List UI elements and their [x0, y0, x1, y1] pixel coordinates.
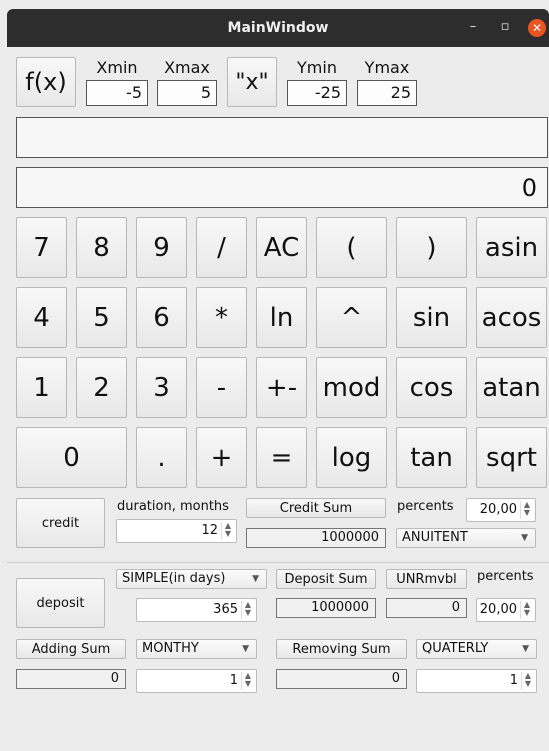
key-sin[interactable]: sin: [396, 287, 467, 348]
section-divider: [7, 562, 549, 563]
key-1[interactable]: 1: [16, 357, 67, 418]
ymax-field[interactable]: 25: [357, 80, 417, 106]
close-icon[interactable]: ✕: [528, 19, 546, 37]
credit-sum-field[interactable]: 1000000: [246, 528, 386, 548]
key-0[interactable]: 0: [16, 427, 127, 488]
key-sqrt[interactable]: sqrt: [476, 427, 547, 488]
ymin-label: Ymin: [297, 58, 337, 77]
key-2[interactable]: 2: [76, 357, 127, 418]
duration-value: 12: [201, 523, 218, 538]
deposit-percents-value: 20,00: [479, 602, 517, 617]
key-tan[interactable]: tan: [396, 427, 467, 488]
key-negate[interactable]: +-: [256, 357, 307, 418]
adding-count-value: 1: [229, 673, 238, 688]
deposit-days-value: 365: [213, 602, 238, 617]
key-mod[interactable]: mod: [316, 357, 387, 418]
key-multiply[interactable]: *: [196, 287, 247, 348]
key-9[interactable]: 9: [136, 217, 187, 278]
credit-percents-spinbox[interactable]: 20,00 ▲ ▼: [466, 498, 536, 522]
removing-sum-field[interactable]: 0: [276, 669, 407, 689]
key-cos[interactable]: cos: [396, 357, 467, 418]
spin-arrows-icon[interactable]: ▲ ▼: [520, 501, 533, 519]
spin-arrows-icon[interactable]: ▲ ▼: [241, 601, 254, 619]
key-8[interactable]: 8: [76, 217, 127, 278]
key-6[interactable]: 6: [136, 287, 187, 348]
removing-sum-button[interactable]: Removing Sum: [276, 639, 407, 659]
ymax-label: Ymax: [364, 58, 410, 77]
unrmvbl-button[interactable]: UNRmvbl: [386, 569, 467, 589]
deposit-mode-select[interactable]: SIMPLE(in days) ▼: [116, 569, 267, 589]
adding-sum-field[interactable]: 0: [16, 669, 126, 689]
duration-label: duration, months: [117, 499, 229, 514]
spin-arrows-icon[interactable]: ▲ ▼: [221, 522, 234, 540]
key-atan[interactable]: atan: [476, 357, 547, 418]
deposit-percents-label: percents: [477, 569, 534, 584]
maximize-icon[interactable]: ▫: [497, 19, 513, 37]
credit-button[interactable]: credit: [16, 498, 105, 548]
xmax-field[interactable]: 5: [157, 80, 217, 106]
expression-input[interactable]: [16, 117, 548, 158]
deposit-button[interactable]: deposit: [16, 578, 105, 628]
credit-type-selected: ANUITENT: [402, 530, 468, 545]
xmin-field[interactable]: -5: [86, 80, 148, 106]
adding-sum-button[interactable]: Adding Sum: [16, 639, 126, 659]
key-divide[interactable]: /: [196, 217, 247, 278]
credit-sum-button[interactable]: Credit Sum: [246, 498, 386, 518]
key-ln[interactable]: ln: [256, 287, 307, 348]
adding-period-selected: MONTHY: [142, 641, 199, 656]
key-3[interactable]: 3: [136, 357, 187, 418]
deposit-sum-field[interactable]: 1000000: [276, 598, 376, 618]
spin-arrows-icon[interactable]: ▲ ▼: [521, 672, 534, 690]
key-plus[interactable]: +: [196, 427, 247, 488]
duration-spinbox[interactable]: 12 ▲ ▼: [116, 519, 237, 543]
chevron-down-icon: ▼: [242, 644, 249, 654]
deposit-mode-selected: SIMPLE(in days): [122, 571, 226, 586]
minimize-icon[interactable]: –: [465, 19, 481, 37]
key-minus[interactable]: -: [196, 357, 247, 418]
spin-arrows-icon[interactable]: ▲ ▼: [520, 601, 533, 619]
key-close-paren[interactable]: ): [396, 217, 467, 278]
key-dot[interactable]: .: [136, 427, 187, 488]
credit-percents-label: percents: [397, 499, 454, 514]
adding-period-select[interactable]: MONTHY ▼: [136, 639, 257, 659]
chevron-down-icon: ▼: [522, 644, 529, 654]
chevron-down-icon: ▼: [521, 533, 528, 543]
removing-period-selected: QUATERLY: [422, 641, 489, 656]
adding-count-spinbox[interactable]: 1 ▲ ▼: [136, 669, 257, 693]
result-display: 0: [16, 167, 548, 208]
ymin-field[interactable]: -25: [287, 80, 347, 106]
spin-arrows-icon[interactable]: ▲ ▼: [241, 672, 254, 690]
insert-x-button[interactable]: "x": [227, 57, 277, 107]
xmin-label: Xmin: [96, 58, 138, 77]
key-equals[interactable]: =: [256, 427, 307, 488]
unrmvbl-field[interactable]: 0: [386, 598, 467, 618]
deposit-days-spinbox[interactable]: 365 ▲ ▼: [136, 598, 257, 622]
key-4[interactable]: 4: [16, 287, 67, 348]
key-log[interactable]: log: [316, 427, 387, 488]
chevron-down-icon: ▼: [252, 574, 259, 584]
key-acos[interactable]: acos: [476, 287, 547, 348]
key-clear[interactable]: AC: [256, 217, 307, 278]
plot-function-button[interactable]: f(x): [16, 57, 76, 107]
removing-count-value: 1: [509, 673, 518, 688]
key-7[interactable]: 7: [16, 217, 67, 278]
key-asin[interactable]: asin: [476, 217, 547, 278]
xmax-label: Xmax: [164, 58, 210, 77]
key-open-paren[interactable]: (: [316, 217, 387, 278]
removing-period-select[interactable]: QUATERLY ▼: [416, 639, 537, 659]
deposit-sum-button[interactable]: Deposit Sum: [276, 569, 376, 589]
removing-count-spinbox[interactable]: 1 ▲ ▼: [416, 669, 537, 693]
credit-type-select[interactable]: ANUITENT ▼: [396, 528, 536, 548]
title-bar: MainWindow – ▫ ✕: [7, 9, 549, 47]
credit-percents-value: 20,00: [479, 502, 517, 517]
key-power[interactable]: ^: [316, 287, 387, 348]
deposit-percents-spinbox[interactable]: 20,00 ▲ ▼: [476, 598, 536, 622]
key-5[interactable]: 5: [76, 287, 127, 348]
